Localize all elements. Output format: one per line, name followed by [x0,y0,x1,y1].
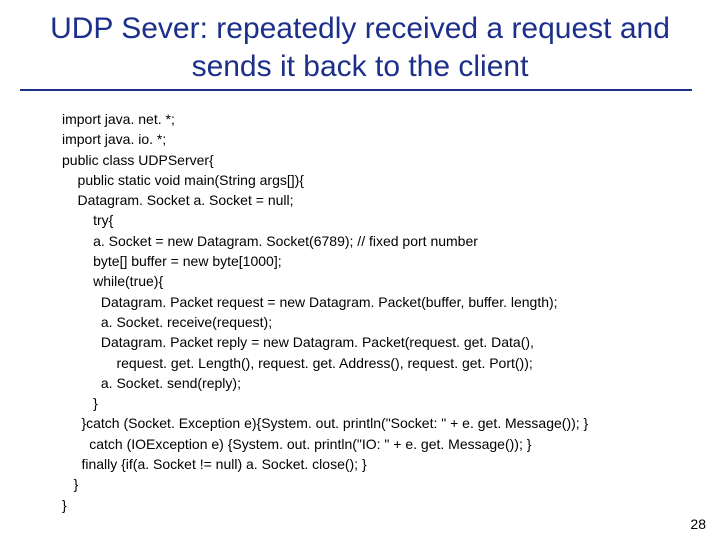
code-line: finally {if(a. Socket != null) a. Socket… [62,454,710,474]
code-line: public static void main(String args[]){ [62,170,710,190]
title-underline [20,89,692,91]
code-line: import java. net. *; [62,109,710,129]
code-line: try{ [62,210,710,230]
code-line: Datagram. Packet reply = new Datagram. P… [62,332,710,352]
slide-title: UDP Sever: repeatedly received a request… [0,0,720,89]
code-line: } [62,393,710,413]
code-line: import java. io. *; [62,129,710,149]
code-line: }catch (Socket. Exception e){System. out… [62,413,710,433]
code-line: catch (IOException e) {System. out. prin… [62,434,710,454]
page-number: 28 [690,516,706,532]
code-line: byte[] buffer = new byte[1000]; [62,251,710,271]
code-line: } [62,495,710,515]
code-line: } [62,474,710,494]
code-line: a. Socket = new Datagram. Socket(6789); … [62,231,710,251]
code-line: public class UDPServer{ [62,150,710,170]
code-line: Datagram. Packet request = new Datagram.… [62,292,710,312]
code-line: request. get. Length(), request. get. Ad… [62,353,710,373]
code-line: while(true){ [62,271,710,291]
code-block: import java. net. *; import java. io. *;… [0,103,720,515]
code-line: a. Socket. send(reply); [62,373,710,393]
code-line: Datagram. Socket a. Socket = null; [62,190,710,210]
code-line: a. Socket. receive(request); [62,312,710,332]
